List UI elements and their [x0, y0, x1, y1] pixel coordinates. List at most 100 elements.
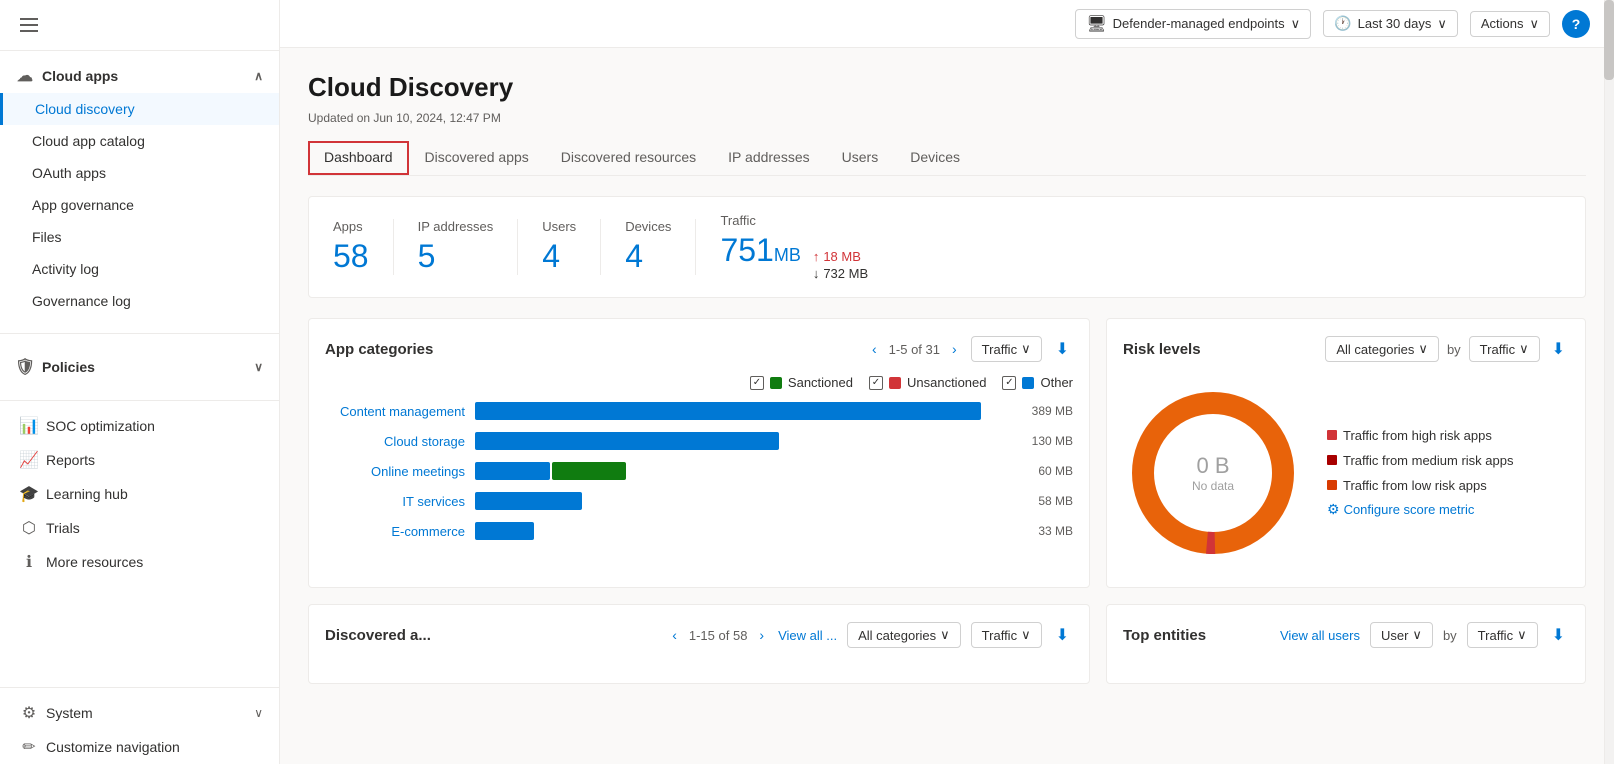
te-user-dropdown[interactable]: User ∨ [1370, 622, 1433, 648]
app-categories-dropdown[interactable]: Traffic ∨ [971, 336, 1042, 362]
bar-label-3[interactable]: IT services [325, 494, 465, 509]
donut-area: 0 B No data Traffic from high risk apps [1123, 375, 1569, 571]
sidebar-item-trials[interactable]: ⬡ Trials [0, 511, 279, 545]
risk-traffic-label: Traffic [1480, 342, 1515, 357]
sidebar-item-cloud-discovery[interactable]: Cloud discovery [0, 93, 279, 125]
app-categories-controls: ‹ 1-5 of 31 › Traffic ∨ ⬇ [868, 335, 1073, 363]
bar-label-2[interactable]: Online meetings [325, 464, 465, 479]
sidebar-item-oauth-apps[interactable]: OAuth apps [0, 157, 279, 189]
scrollbar-thumb[interactable] [1604, 0, 1614, 80]
risk-traffic-dropdown[interactable]: Traffic ∨ [1469, 336, 1540, 362]
other-checkbox[interactable]: ✓ [1002, 376, 1016, 390]
actions-button[interactable]: Actions ∨ [1470, 11, 1550, 37]
risk-legend: Traffic from high risk apps Traffic from… [1327, 428, 1514, 493]
upload-value: 18 MB [823, 249, 861, 264]
soc-label: SOC optimization [46, 418, 155, 434]
risk-categories-dropdown[interactable]: All categories ∨ [1325, 336, 1439, 362]
configure-label: Configure score metric [1344, 502, 1475, 517]
unsanctioned-checkbox[interactable]: ✓ [869, 376, 883, 390]
stat-ip-label: IP addresses [418, 219, 494, 234]
other-dot [1022, 377, 1034, 389]
app-categories-card: App categories ‹ 1-5 of 31 › Traffic ∨ ⬇ [308, 318, 1090, 588]
download-button[interactable]: ⬇ [1052, 335, 1073, 363]
actions-chevron: ∨ [1529, 16, 1539, 32]
high-risk-dot [1327, 430, 1337, 440]
tab-dashboard[interactable]: Dashboard [308, 141, 409, 175]
timerange-chevron: ∨ [1437, 16, 1447, 32]
stat-users: Users 4 [518, 219, 601, 275]
donut-no-data: No data [1192, 479, 1234, 493]
endpoint-selector[interactable]: 🖥 Defender-managed endpoints ∨ [1075, 9, 1311, 39]
bar-label-1[interactable]: Cloud storage [325, 434, 465, 449]
trials-icon: ⬡ [20, 519, 38, 537]
sidebar-item-files[interactable]: Files [0, 221, 279, 253]
app-categories-chart: Content management 389 MB Cloud storage … [325, 402, 1073, 540]
view-all-link[interactable]: View all ... [778, 628, 837, 643]
view-all-users-link[interactable]: View all users [1280, 628, 1360, 643]
tab-discovered-apps[interactable]: Discovered apps [409, 141, 545, 175]
help-button[interactable]: ? [1562, 10, 1590, 38]
hamburger-menu[interactable] [16, 14, 263, 36]
risk-legend-low: Traffic from low risk apps [1327, 478, 1514, 493]
policy-icon: 🛡 [16, 358, 34, 376]
cards-row: App categories ‹ 1-5 of 31 › Traffic ∨ ⬇ [308, 318, 1586, 588]
app-categories-title: App categories [325, 341, 433, 358]
da-next-arrow[interactable]: › [755, 627, 768, 643]
sanctioned-checkbox[interactable]: ✓ [750, 376, 764, 390]
bar-label-4[interactable]: E-commerce [325, 524, 465, 539]
da-download[interactable]: ⬇ [1052, 621, 1073, 649]
da-pagination: 1-15 of 58 [689, 628, 748, 643]
bar-row-1: Cloud storage 130 MB [325, 432, 1073, 450]
trials-label: Trials [46, 520, 80, 536]
risk-levels-card: Risk levels All categories ∨ by Traffic … [1106, 318, 1586, 588]
timerange-selector[interactable]: 🕐 Last 30 days ∨ [1323, 10, 1458, 37]
te-by-label: by [1443, 628, 1457, 643]
sidebar-item-customize[interactable]: ✏ Customize navigation [0, 730, 279, 764]
stat-devices: Devices 4 [601, 219, 696, 275]
sidebar-section-policies: 🛡 Policies ∨ [0, 342, 279, 392]
risk-controls: All categories ∨ by Traffic ∨ ⬇ [1325, 335, 1569, 363]
upload-arrow-icon: ↑ [813, 249, 820, 264]
sidebar-item-system[interactable]: ⚙ System ∨ [0, 696, 279, 730]
da-categories-dropdown[interactable]: All categories ∨ [847, 622, 961, 648]
sidebar-item-governance-log[interactable]: Governance log [0, 285, 279, 317]
da-prev-arrow[interactable]: ‹ [668, 627, 681, 643]
sidebar-item-reports[interactable]: 📈 Reports [0, 443, 279, 477]
cloud-apps-chevron: ∧ [254, 69, 263, 83]
next-arrow[interactable]: › [948, 341, 961, 357]
sidebar-item-soc[interactable]: 📊 SOC optimization [0, 409, 279, 443]
risk-download-button[interactable]: ⬇ [1548, 335, 1569, 363]
tab-discovered-resources[interactable]: Discovered resources [545, 141, 712, 175]
sidebar-item-more-resources[interactable]: ℹ More resources [0, 545, 279, 579]
da-traffic-chevron: ∨ [1021, 627, 1031, 643]
bar-label-0[interactable]: Content management [325, 404, 465, 419]
cloud-app-catalog-label: Cloud app catalog [32, 133, 145, 149]
sidebar-item-cloud-app-catalog[interactable]: Cloud app catalog [0, 125, 279, 157]
sidebar-item-app-governance[interactable]: App governance [0, 189, 279, 221]
traffic-value-row: 751MB ↑ 18 MB ↓ 732 MB [720, 232, 868, 281]
bar-value-0: 389 MB [1018, 404, 1073, 418]
te-traffic-dropdown[interactable]: Traffic ∨ [1467, 622, 1538, 648]
risk-categories-chevron: ∨ [1418, 341, 1428, 357]
stats-row: Apps 58 IP addresses 5 Users 4 Devices 4… [308, 196, 1586, 298]
discovered-apps-pagination: ‹ 1-15 of 58 › [668, 627, 768, 643]
donut-chart: 0 B No data [1123, 383, 1303, 563]
stat-ip-value: 5 [418, 238, 494, 275]
configure-link[interactable]: ⚙ Configure score metric [1327, 501, 1514, 518]
tabs-row: Dashboard Discovered apps Discovered res… [308, 141, 1586, 176]
sidebar-item-learning-hub[interactable]: 🎓 Learning hub [0, 477, 279, 511]
traffic-unit: MB [774, 245, 801, 266]
tab-devices[interactable]: Devices [894, 141, 976, 175]
sidebar-policies-header[interactable]: 🛡 Policies ∨ [0, 350, 279, 384]
divider-3 [0, 687, 279, 688]
prev-arrow[interactable]: ‹ [868, 341, 881, 357]
cloud-discovery-label: Cloud discovery [35, 101, 135, 117]
tab-ip-addresses[interactable]: IP addresses [712, 141, 825, 175]
bar-row-3: IT services 58 MB [325, 492, 1073, 510]
tab-users[interactable]: Users [826, 141, 895, 175]
bar-value-3: 58 MB [1018, 494, 1073, 508]
sidebar-section-cloud-apps-header[interactable]: ☁ Cloud apps ∧ [0, 59, 279, 93]
sidebar-item-activity-log[interactable]: Activity log [0, 253, 279, 285]
da-traffic-dropdown[interactable]: Traffic ∨ [971, 622, 1042, 648]
te-download[interactable]: ⬇ [1548, 621, 1569, 649]
